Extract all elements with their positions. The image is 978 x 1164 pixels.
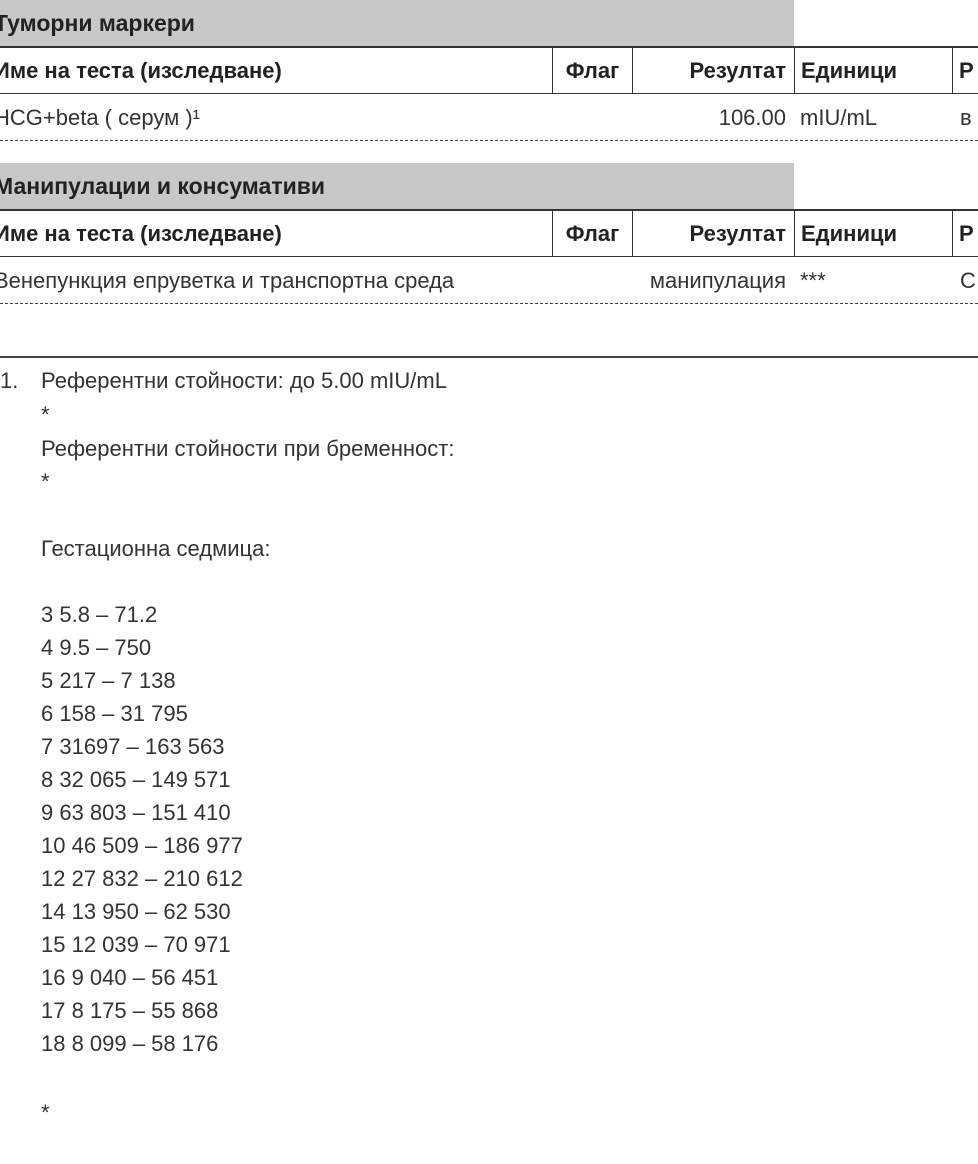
note-line: 16 9 040 – 56 451 bbox=[41, 965, 219, 990]
col-header-result: Резултат bbox=[632, 211, 794, 256]
table-header: Име на теста (изследване) Флаг Резултат … bbox=[0, 46, 978, 94]
note-line: * bbox=[41, 402, 50, 427]
col-header-flag: Флаг bbox=[552, 48, 632, 93]
test-result: 106.00 bbox=[718, 105, 786, 130]
note-line: 8 32 065 – 149 571 bbox=[41, 767, 231, 792]
test-flag bbox=[552, 94, 632, 140]
test-flag bbox=[552, 257, 632, 303]
note-line: 10 46 509 – 186 977 bbox=[41, 833, 243, 858]
col-header-units: Единици bbox=[794, 48, 952, 93]
test-ref: С bbox=[960, 268, 976, 293]
table-row: Венепункция епруветка и транспортна сред… bbox=[0, 257, 978, 304]
note-line: 6 158 – 31 795 bbox=[41, 701, 188, 726]
test-result: манипулация bbox=[649, 268, 786, 293]
test-name: HCG+beta ( серум )¹ bbox=[0, 105, 200, 130]
test-units: mIU/mL bbox=[800, 105, 877, 130]
note-line: Референтни стойности при бременност: bbox=[41, 436, 455, 461]
note-line: 4 9.5 – 750 bbox=[41, 635, 152, 660]
note-line: 17 8 175 – 55 868 bbox=[41, 998, 219, 1023]
note-line: 7 31697 – 163 563 bbox=[41, 734, 225, 759]
note-line: Референтни стойности: до 5.00 mIU/mL bbox=[41, 368, 447, 393]
note-line: * bbox=[41, 469, 50, 494]
note-line: * bbox=[41, 1100, 50, 1125]
note-line: 3 5.8 – 71.2 bbox=[41, 602, 158, 627]
col-header-result: Резултат bbox=[632, 48, 794, 93]
table-header: Име на теста (изследване) Флаг Резултат … bbox=[0, 209, 978, 257]
section-title: Туморни маркери bbox=[0, 0, 794, 46]
col-header-name: Име на теста (изследване) bbox=[0, 221, 282, 246]
test-units: *** bbox=[800, 268, 826, 293]
note-line: 12 27 832 – 210 612 bbox=[41, 866, 243, 891]
note-line: 14 13 950 – 62 530 bbox=[41, 899, 231, 924]
col-header-name: Име на теста (изследване) bbox=[0, 58, 282, 83]
note-line: Гестационна седмица: bbox=[41, 536, 271, 561]
col-header-ref: Р bbox=[952, 48, 978, 93]
note-line: 18 8 099 – 58 176 bbox=[41, 1031, 219, 1056]
col-header-ref: Р bbox=[952, 211, 978, 256]
table-row: HCG+beta ( серум )¹ 106.00 mIU/mL в bbox=[0, 94, 978, 141]
test-name: Венепункция епруветка и транспортна сред… bbox=[0, 268, 455, 293]
test-ref: в bbox=[960, 105, 972, 130]
col-header-units: Единици bbox=[794, 211, 952, 256]
section-title: Манипулации и консумативи bbox=[0, 163, 794, 209]
note-line: 9 63 803 – 151 410 bbox=[41, 800, 231, 825]
note-line: 5 217 – 7 138 bbox=[41, 668, 176, 693]
note-line: 15 12 039 – 70 971 bbox=[41, 932, 231, 957]
col-header-flag: Флаг bbox=[552, 211, 632, 256]
footnote-number: 1. bbox=[0, 368, 19, 393]
divider bbox=[0, 356, 978, 358]
